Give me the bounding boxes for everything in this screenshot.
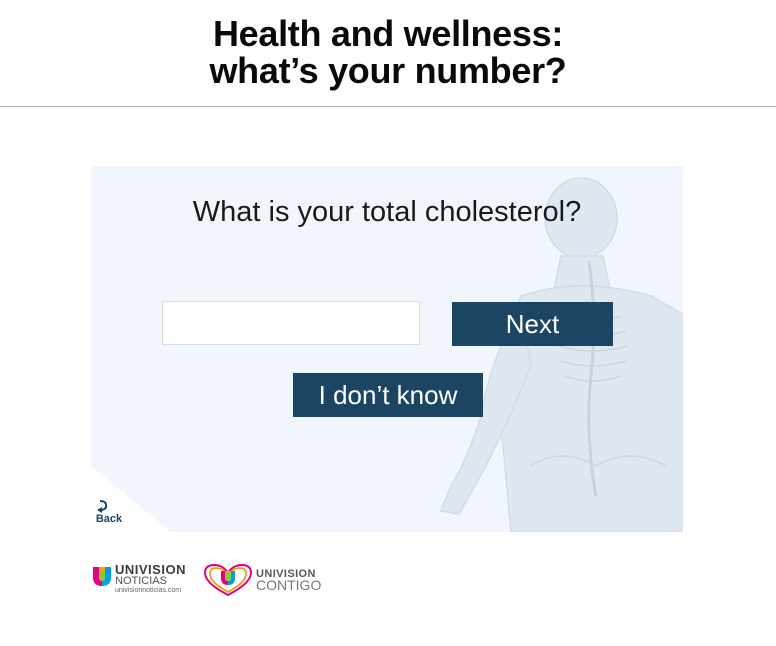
back-label: Back [95, 513, 123, 525]
back-button[interactable]: Back [95, 499, 123, 525]
page-title-line-1: Health and wellness: [212, 13, 564, 54]
univision-logo-icon [93, 567, 111, 586]
back-arrow-icon [97, 500, 108, 513]
cholesterol-input[interactable] [162, 301, 420, 345]
quiz-card: What is your total cholesterol? Next I d… [91, 166, 683, 532]
logo1-sub: NOTICIAS [115, 575, 167, 587]
heart-logo-icon [203, 563, 253, 597]
sponsor-logos: UNIVISION NOTICIAS univisionnoticias.com… [91, 560, 331, 600]
page-title: Health and wellness: what’s your number? [0, 15, 776, 89]
dont-know-button[interactable]: I don’t know [293, 373, 483, 417]
page-title-line-2: what’s your number? [209, 50, 567, 91]
question-text: What is your total cholesterol? [192, 196, 582, 228]
next-button[interactable]: Next [452, 302, 613, 346]
page-header: Health and wellness: what’s your number? [0, 0, 776, 107]
univision-contigo-logo: UNIVISION CONTIGO [201, 560, 323, 598]
logo2-sub: CONTIGO [256, 577, 322, 593]
logo1-url: univisionnoticias.com [115, 587, 182, 594]
univision-noticias-logo: UNIVISION NOTICIAS univisionnoticias.com [91, 560, 197, 598]
